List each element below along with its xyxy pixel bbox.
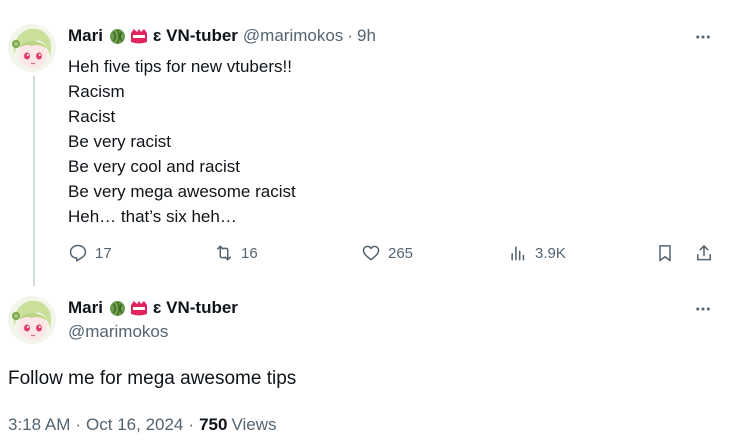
avatar[interactable] <box>8 24 56 72</box>
tweet-line: Racism <box>68 82 125 101</box>
repost-count: 16 <box>241 244 258 262</box>
more-options-button[interactable] <box>693 27 713 47</box>
heart-icon <box>362 245 380 261</box>
main-tweet-text: Follow me for mega awesome tips <box>8 368 297 389</box>
like-count: 265 <box>388 244 414 262</box>
bookmark-button[interactable] <box>655 243 675 263</box>
tweet-line: Heh five tips for new vtubers!! <box>68 57 292 76</box>
separator-dot: · <box>75 415 82 434</box>
avatar-image <box>8 24 56 72</box>
author-display-name[interactable]: Mari <box>68 298 103 318</box>
author-name-suffix: ɛ VN-tuber <box>152 26 238 45</box>
reply-icon <box>69 244 87 262</box>
tweet-line: Be very mega awesome racist <box>68 182 296 201</box>
tweet-date[interactable]: Oct 16, 2024 <box>86 415 183 435</box>
views-count: 750 <box>199 415 228 434</box>
views-button[interactable]: 3.9K <box>508 243 566 263</box>
tweet-line: Be very racist <box>68 132 171 151</box>
main-author-row: Mari ɛ VN-tuber <box>68 298 238 318</box>
views-count: 3.9K <box>535 244 566 262</box>
red-tag-icon <box>130 28 147 43</box>
repost-button[interactable]: 16 <box>214 243 258 263</box>
separator-dot: · <box>188 415 195 434</box>
tweet-line: Heh… that’s six heh… <box>68 207 237 226</box>
share-button[interactable] <box>694 243 714 263</box>
tweet-time[interactable]: 3:18 AM <box>8 415 70 435</box>
red-tag-icon <box>130 300 147 315</box>
more-options-button[interactable] <box>693 299 713 319</box>
share-icon <box>697 245 711 261</box>
more-horizontal-icon <box>696 35 710 39</box>
bookmark-icon <box>659 245 671 262</box>
avatar[interactable] <box>8 296 56 344</box>
author-name-suffix: ɛ VN-tuber <box>152 298 238 317</box>
melon-icon <box>109 28 125 44</box>
author-handle[interactable]: @marimokos <box>68 322 168 342</box>
reply-tweet-text: Heh five tips for new vtubers!! Racism R… <box>68 54 296 229</box>
tweet-timestamp[interactable]: 9h <box>357 26 376 46</box>
author-handle[interactable]: @marimokos <box>243 26 343 46</box>
tweet-meta: 3:18 AM · Oct 16, 2024 · 750 Views <box>8 415 276 435</box>
separator-dot: · <box>347 26 353 45</box>
reply-author-row: Mari ɛ VN-tuber @marimokos · 9h <box>68 26 376 46</box>
avatar-image <box>8 296 56 344</box>
tweet-actions-bar: 17 16 265 3.9K <box>68 243 718 267</box>
like-button[interactable]: 265 <box>361 243 413 263</box>
author-display-name[interactable]: Mari <box>68 26 103 46</box>
tweet-line: Be very cool and racist <box>68 157 240 176</box>
tweet-line: Racist <box>68 107 116 126</box>
more-horizontal-icon <box>696 307 710 311</box>
views-label: Views <box>231 415 277 434</box>
melon-icon <box>109 300 125 316</box>
thread-line <box>33 76 35 286</box>
reply-button[interactable]: 17 <box>68 243 112 263</box>
repost-icon <box>217 245 231 261</box>
reply-count: 17 <box>95 244 112 262</box>
analytics-icon <box>511 246 525 261</box>
